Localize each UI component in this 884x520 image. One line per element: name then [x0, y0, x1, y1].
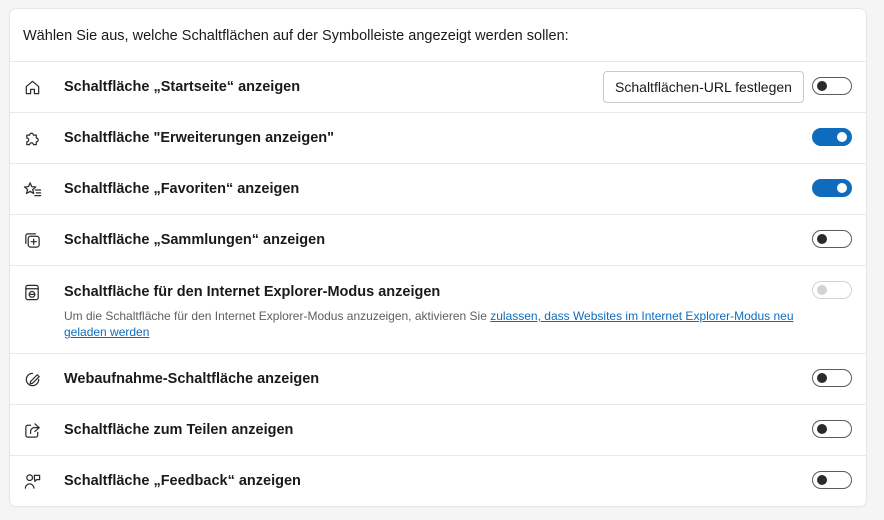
feedback-icon	[22, 471, 42, 491]
share-button-label: Schaltfläche zum Teilen anzeigen	[64, 422, 294, 438]
share-button-toggle[interactable]	[812, 420, 852, 438]
ie-mode-icon	[22, 282, 42, 302]
setting-row-share: Schaltfläche zum Teilen anzeigen	[10, 404, 866, 455]
setting-row-ie-mode: Schaltfläche für den Internet Explorer-M…	[10, 265, 866, 353]
setting-row-home: Schaltfläche „Startseite“ anzeigen Schal…	[10, 61, 866, 112]
ie-mode-description: Um die Schaltfläche für den Internet Exp…	[64, 308, 804, 340]
home-button-label: Schaltfläche „Startseite“ anzeigen	[64, 79, 301, 95]
extensions-button-toggle[interactable]	[812, 128, 852, 146]
set-button-url-button[interactable]: Schaltflächen-URL festlegen	[603, 71, 804, 103]
toolbar-buttons-card: Wählen Sie aus, welche Schaltflächen auf…	[10, 9, 866, 506]
share-icon	[22, 420, 42, 440]
web-capture-button-label: Webaufnahme-Schaltfläche anzeigen	[64, 371, 320, 387]
toggle-knob	[817, 424, 827, 434]
feedback-button-toggle[interactable]	[812, 471, 852, 489]
toggle-knob	[817, 234, 827, 244]
home-button-toggle[interactable]	[812, 77, 852, 95]
toggle-knob	[817, 475, 827, 485]
ie-mode-button-toggle	[812, 281, 852, 299]
favorites-star-icon	[22, 179, 42, 199]
favorites-button-toggle[interactable]	[812, 179, 852, 197]
setting-row-web-capture: Webaufnahme-Schaltfläche anzeigen	[10, 353, 866, 404]
puzzle-icon	[22, 128, 42, 148]
toggle-knob	[837, 183, 847, 193]
setting-row-collections: Schaltfläche „Sammlungen“ anzeigen	[10, 214, 866, 265]
web-capture-icon	[22, 369, 42, 389]
extensions-button-label: Schaltfläche "Erweiterungen anzeigen"	[64, 130, 334, 146]
feedback-button-label: Schaltfläche „Feedback“ anzeigen	[64, 473, 301, 489]
setting-row-favorites: Schaltfläche „Favoriten“ anzeigen	[10, 163, 866, 214]
toggle-knob	[817, 285, 827, 295]
toggle-knob	[837, 132, 847, 142]
setting-row-feedback: Schaltfläche „Feedback“ anzeigen	[10, 455, 866, 506]
toggle-knob	[817, 373, 827, 383]
favorites-button-label: Schaltfläche „Favoriten“ anzeigen	[64, 181, 300, 197]
ie-mode-description-text: Um die Schaltfläche für den Internet Exp…	[64, 309, 491, 323]
setting-row-extensions: Schaltfläche "Erweiterungen anzeigen"	[10, 112, 866, 163]
section-heading: Wählen Sie aus, welche Schaltflächen auf…	[23, 28, 569, 44]
collections-button-label: Schaltfläche „Sammlungen“ anzeigen	[64, 232, 326, 248]
ie-mode-button-label: Schaltfläche für den Internet Explorer-M…	[64, 284, 441, 300]
web-capture-button-toggle[interactable]	[812, 369, 852, 387]
collections-button-toggle[interactable]	[812, 230, 852, 248]
collections-icon	[22, 230, 42, 250]
home-icon	[22, 77, 42, 97]
toggle-knob	[817, 81, 827, 91]
